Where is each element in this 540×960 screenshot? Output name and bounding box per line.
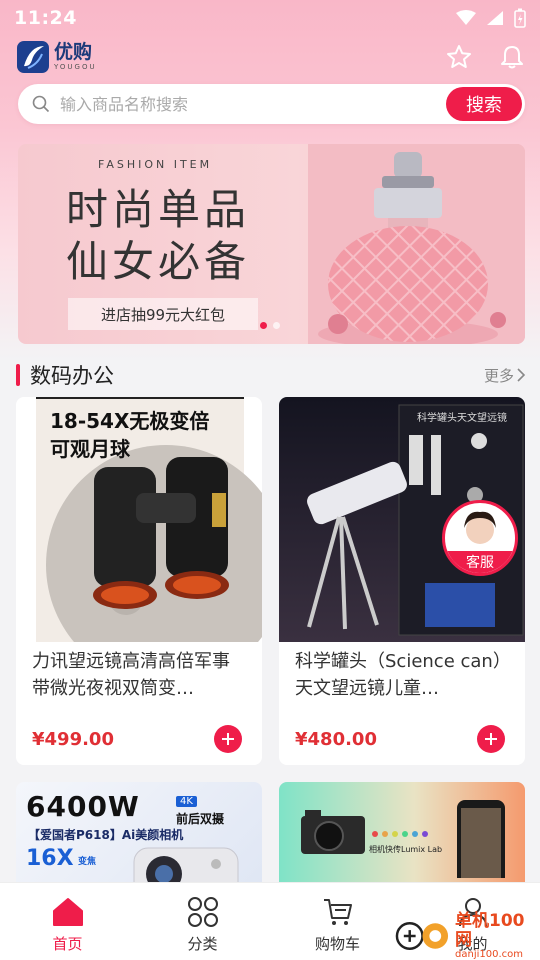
promo-badge-text: 前后双摄: [176, 812, 225, 826]
bell-icon[interactable]: [500, 44, 524, 70]
phone-image: [457, 800, 505, 878]
perfume-bottle-image: [308, 144, 525, 344]
pagination-dot[interactable]: [273, 322, 280, 329]
promo-caption: 相机快传Lumix Lab: [369, 845, 443, 854]
product-image-caption: 科学罐头天文望远镜: [417, 413, 507, 424]
search-bar: 搜索: [18, 84, 525, 124]
promo-zoom: 16X: [26, 846, 74, 871]
promo-banner[interactable]: FASHION ITEM 时尚单品 仙女必备 进店抽99元大红包: [18, 144, 525, 344]
customer-service-button[interactable]: 客服: [442, 500, 518, 576]
promo-zoom-suffix: 变焦: [78, 857, 97, 867]
chevron-right-icon: [517, 368, 526, 382]
banner-title-line: 时尚单品: [66, 185, 251, 234]
cart-icon: [321, 895, 355, 929]
promo-card[interactable]: 相机快传Lumix Lab: [279, 782, 525, 892]
status-time: 11:24: [14, 7, 77, 29]
watermark-url: danji100.com: [455, 949, 523, 960]
promo-headline: 6400W: [26, 790, 140, 823]
section-accent-bar: [16, 364, 20, 386]
star-icon[interactable]: [446, 44, 472, 70]
tab-label: 购物车: [314, 935, 360, 953]
banner-title: 时尚单品 仙女必备: [66, 184, 250, 288]
logo-text: 优购: [54, 41, 93, 63]
product-name: 科学罐头（Science can）天文望远镜儿童…: [295, 651, 502, 699]
wifi-icon: [456, 10, 476, 25]
product-image: 18-54X无极变倍 可观月球: [16, 397, 262, 642]
section-title: 数码办公: [30, 364, 114, 388]
product-name: 力讯望远镜高清高倍军事带微光夜视双筒变…: [32, 651, 230, 699]
tab-cart[interactable]: 购物车: [270, 883, 405, 960]
product-image-caption: 18-54X无极变倍 可观月球: [50, 407, 209, 463]
watermark: 单机100网 danji100.com: [394, 912, 540, 960]
logo-mark-icon: [17, 41, 49, 73]
status-icons: [456, 8, 526, 28]
tab-label: 分类: [187, 935, 218, 953]
product-card[interactable]: 18-54X无极变倍 可观月球 力讯望远镜高清高倍军事带微光夜视双筒变… ¥49…: [16, 397, 262, 765]
product-price: ¥499.00: [32, 728, 114, 750]
section-more-label: 更多: [483, 366, 514, 385]
banner-pagination: [260, 322, 280, 329]
search-icon: [32, 95, 50, 113]
tab-label: 首页: [52, 935, 83, 953]
promo-card[interactable]: 6400W 4K 前后双摄 【爱国者P618】Ai美颜相机 16X 变焦: [16, 782, 262, 892]
app-header: 优购 YOUGOU: [0, 36, 540, 78]
tab-category[interactable]: 分类: [135, 883, 270, 960]
search-button[interactable]: 搜索: [446, 87, 522, 121]
banner-kicker: FASHION ITEM: [98, 158, 213, 171]
logo-subtext: YOUGOU: [54, 63, 97, 71]
app-logo: 优购 YOUGOU: [16, 40, 97, 74]
section-header: 数码办公 更多: [16, 360, 526, 390]
add-to-cart-button[interactable]: [214, 725, 242, 753]
watermark-logo-icon: [395, 922, 449, 951]
product-card[interactable]: 科学罐头天文望远镜 科学罐头（Science can）天文望远镜儿童… ¥480…: [279, 397, 525, 765]
add-to-cart-button[interactable]: [477, 725, 505, 753]
watermark-text: 单机100网: [455, 911, 525, 950]
caption-line: 可观月球: [50, 437, 130, 461]
grid-icon: [186, 895, 220, 929]
banner-title-line: 仙女必备: [66, 237, 251, 286]
progress-dots-icon: [372, 831, 428, 837]
promo-badge: 4K: [176, 796, 197, 807]
home-icon: [51, 895, 85, 929]
search-input[interactable]: [60, 94, 446, 114]
pagination-dot[interactable]: [260, 322, 267, 329]
customer-service-label: 客服: [445, 551, 515, 573]
status-bar: 11:24: [0, 0, 540, 36]
camera-image: [301, 810, 365, 854]
section-more-link[interactable]: 更多: [484, 365, 526, 386]
banner-cta: 进店抽99元大红包: [68, 298, 258, 330]
battery-icon: [514, 8, 526, 28]
tab-home[interactable]: 首页: [0, 883, 135, 960]
plus-icon: [485, 733, 497, 745]
caption-line: 18-54X无极变倍: [50, 409, 210, 433]
plus-icon: [222, 733, 234, 745]
signal-icon: [487, 11, 503, 25]
product-price: ¥480.00: [295, 728, 377, 750]
